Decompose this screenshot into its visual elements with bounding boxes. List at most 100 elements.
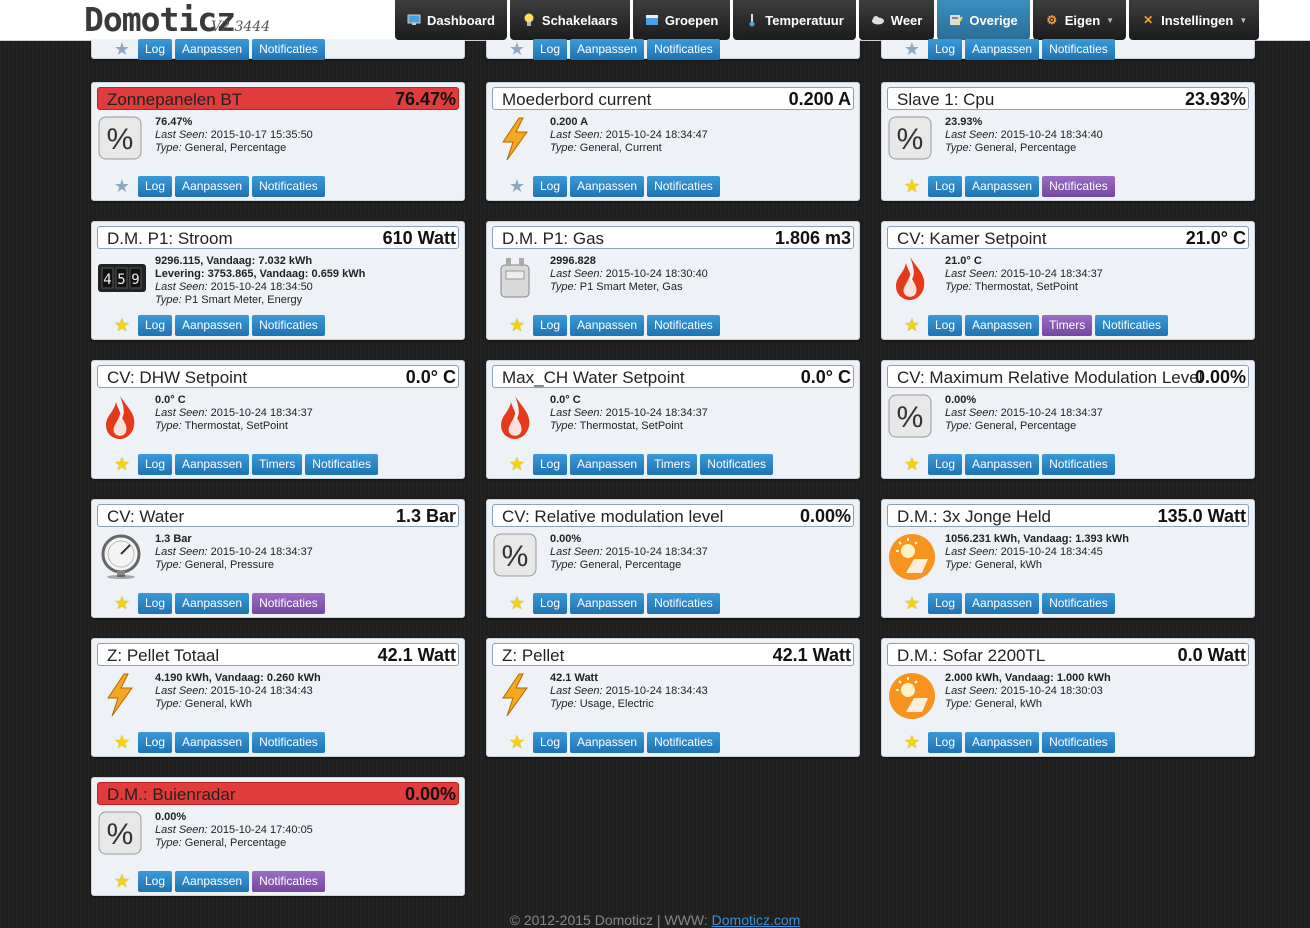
log-button[interactable]: Log [138, 38, 173, 60]
edit-button[interactable]: Aanpassen [175, 592, 250, 614]
log-button[interactable]: Log [533, 731, 568, 753]
log-button[interactable]: Log [928, 731, 963, 753]
nav-overige[interactable]: Overige [937, 0, 1030, 40]
flame-icon[interactable] [888, 255, 934, 301]
timers-button[interactable]: Timers [252, 453, 303, 475]
notifications-button[interactable]: Notificaties [252, 731, 325, 753]
star-icon[interactable]: ★ [507, 454, 527, 474]
pressure-gauge-icon[interactable] [98, 533, 144, 579]
percentage-icon[interactable]: % [98, 811, 144, 857]
log-button[interactable]: Log [928, 453, 963, 475]
star-icon[interactable]: ★ [902, 176, 922, 196]
percentage-icon[interactable]: % [98, 116, 144, 162]
notifications-button[interactable]: Notificaties [252, 314, 325, 336]
log-button[interactable]: Log [928, 175, 963, 197]
timers-button[interactable]: Timers [1042, 314, 1093, 336]
log-button[interactable]: Log [138, 453, 173, 475]
log-button[interactable]: Log [533, 453, 568, 475]
notifications-button[interactable]: Notificaties [252, 592, 325, 614]
solar-panel-icon[interactable] [888, 533, 935, 580]
log-button[interactable]: Log [928, 314, 963, 336]
star-icon[interactable]: ★ [902, 593, 922, 613]
lightning-icon[interactable] [493, 672, 539, 718]
star-icon[interactable]: ★ [112, 593, 132, 613]
edit-button[interactable]: Aanpassen [175, 38, 250, 60]
notifications-button[interactable]: Notificaties [647, 175, 720, 197]
domoticz-link[interactable]: Domoticz.com [712, 912, 801, 928]
edit-button[interactable]: Aanpassen [570, 453, 645, 475]
nav-schakelaars[interactable]: Schakelaars [509, 0, 630, 40]
timers-button[interactable]: Timers [647, 453, 698, 475]
log-button[interactable]: Log [138, 314, 173, 336]
log-button[interactable]: Log [138, 175, 173, 197]
edit-button[interactable]: Aanpassen [175, 453, 250, 475]
edit-button[interactable]: Aanpassen [965, 731, 1040, 753]
solar-panel-icon[interactable] [888, 672, 935, 719]
edit-button[interactable]: Aanpassen [570, 175, 645, 197]
percentage-icon[interactable]: % [888, 116, 934, 162]
edit-button[interactable]: Aanpassen [570, 731, 645, 753]
nav-temperatuur[interactable]: Temperatuur [733, 0, 856, 40]
log-button[interactable]: Log [533, 175, 568, 197]
star-icon[interactable]: ★ [507, 176, 527, 196]
lightning-icon[interactable] [98, 672, 144, 718]
notifications-button[interactable]: Notificaties [647, 314, 720, 336]
star-icon[interactable]: ★ [507, 732, 527, 752]
lightning-icon[interactable] [493, 116, 539, 162]
log-button[interactable]: Log [533, 38, 568, 60]
notifications-button[interactable]: Notificaties [1042, 731, 1115, 753]
edit-button[interactable]: Aanpassen [175, 870, 250, 892]
star-icon[interactable]: ★ [112, 176, 132, 196]
edit-button[interactable]: Aanpassen [965, 314, 1040, 336]
notifications-button[interactable]: Notificaties [1095, 314, 1168, 336]
star-icon[interactable]: ★ [507, 39, 527, 59]
log-button[interactable]: Log [138, 731, 173, 753]
star-icon[interactable]: ★ [112, 454, 132, 474]
edit-button[interactable]: Aanpassen [570, 38, 645, 60]
counter-icon[interactable]: 4 5 9 [98, 255, 146, 301]
star-icon[interactable]: ★ [902, 454, 922, 474]
notifications-button[interactable]: Notificaties [252, 38, 325, 60]
notifications-button[interactable]: Notificaties [1042, 453, 1115, 475]
edit-button[interactable]: Aanpassen [175, 314, 250, 336]
edit-button[interactable]: Aanpassen [965, 175, 1040, 197]
notifications-button[interactable]: Notificaties [647, 592, 720, 614]
log-button[interactable]: Log [533, 592, 568, 614]
notifications-button[interactable]: Notificaties [700, 453, 773, 475]
notifications-button[interactable]: Notificaties [305, 453, 378, 475]
star-icon[interactable]: ★ [902, 315, 922, 335]
star-icon[interactable]: ★ [902, 39, 922, 59]
star-icon[interactable]: ★ [112, 315, 132, 335]
log-button[interactable]: Log [533, 314, 568, 336]
star-icon[interactable]: ★ [507, 593, 527, 613]
edit-button[interactable]: Aanpassen [175, 175, 250, 197]
nav-instellingen[interactable]: ✕ Instellingen ▼ [1129, 0, 1260, 40]
edit-button[interactable]: Aanpassen [175, 731, 250, 753]
gas-meter-icon[interactable] [493, 255, 539, 301]
log-button[interactable]: Log [138, 870, 173, 892]
notifications-button[interactable]: Notificaties [1042, 592, 1115, 614]
nav-groepen[interactable]: Groepen [632, 0, 731, 40]
edit-button[interactable]: Aanpassen [570, 314, 645, 336]
star-icon[interactable]: ★ [112, 871, 132, 891]
nav-eigen[interactable]: ⚙ Eigen ▼ [1032, 0, 1127, 40]
star-icon[interactable]: ★ [112, 39, 132, 59]
notifications-button[interactable]: Notificaties [647, 731, 720, 753]
edit-button[interactable]: Aanpassen [570, 592, 645, 614]
star-icon[interactable]: ★ [507, 315, 527, 335]
nav-dashboard[interactable]: Dashboard [395, 0, 507, 40]
edit-button[interactable]: Aanpassen [965, 592, 1040, 614]
log-button[interactable]: Log [928, 38, 963, 60]
flame-icon[interactable] [493, 394, 539, 440]
edit-button[interactable]: Aanpassen [965, 453, 1040, 475]
percentage-icon[interactable]: % [493, 533, 539, 579]
notifications-button[interactable]: Notificaties [252, 870, 325, 892]
notifications-button[interactable]: Notificaties [1042, 175, 1115, 197]
log-button[interactable]: Log [928, 592, 963, 614]
percentage-icon[interactable]: % [888, 394, 934, 440]
notifications-button[interactable]: Notificaties [647, 38, 720, 60]
edit-button[interactable]: Aanpassen [965, 38, 1040, 60]
notifications-button[interactable]: Notificaties [252, 175, 325, 197]
star-icon[interactable]: ★ [112, 732, 132, 752]
nav-weer[interactable]: Weer [858, 0, 935, 40]
